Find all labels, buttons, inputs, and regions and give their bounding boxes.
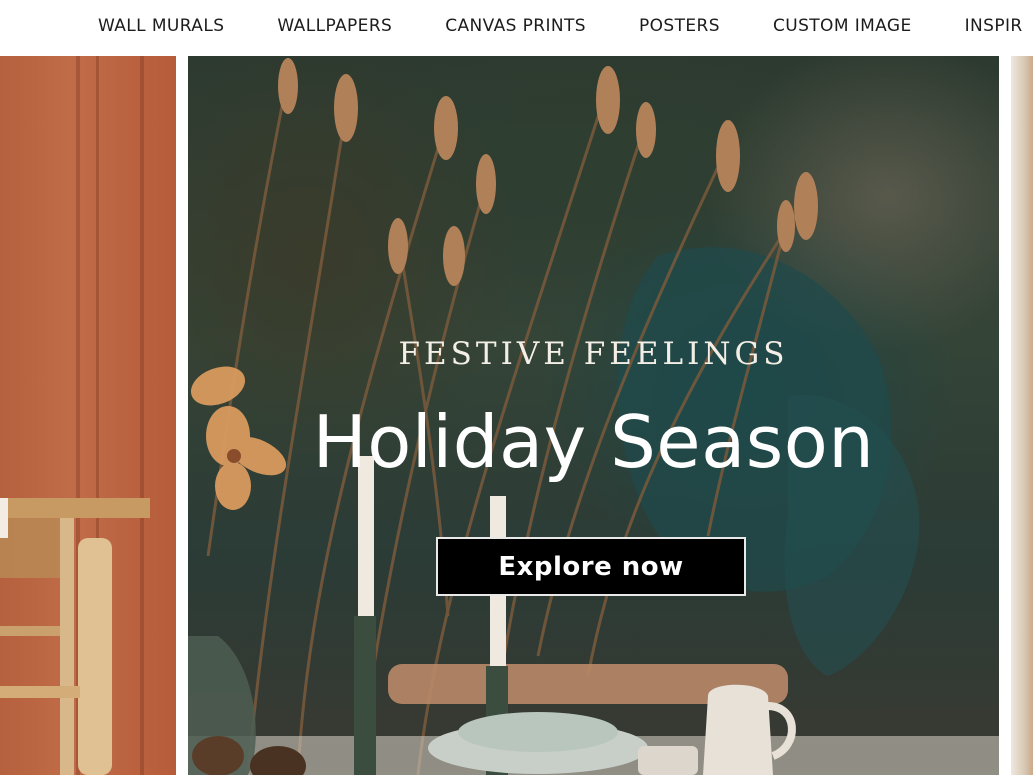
hero-headline: Holiday Season [312, 400, 875, 484]
hero-content: FESTIVE FEELINGS Holiday Season Explore … [188, 56, 999, 775]
next-slide[interactable] [1011, 56, 1033, 775]
nav-item-canvas-prints[interactable]: CANVAS PRINTS [445, 16, 586, 36]
hero-carousel: FESTIVE FEELINGS Holiday Season Explore … [0, 56, 1033, 775]
previous-slide[interactable] [0, 56, 176, 775]
nav-item-wallpapers[interactable]: WALLPAPERS [277, 16, 392, 36]
nav-list: WALL MURALS WALLPAPERS CANVAS PRINTS POS… [98, 16, 1033, 36]
page: WALL MURALS WALLPAPERS CANVAS PRINTS POS… [0, 0, 1033, 775]
wooden-chair-image [0, 498, 150, 775]
explore-now-button[interactable]: Explore now [436, 537, 746, 596]
nav-item-inspiration[interactable]: INSPIR [965, 16, 1023, 36]
top-navigation: WALL MURALS WALLPAPERS CANVAS PRINTS POS… [0, 0, 1033, 56]
nav-item-posters[interactable]: POSTERS [639, 16, 720, 36]
nav-item-custom-image[interactable]: CUSTOM IMAGE [773, 16, 912, 36]
current-slide[interactable]: FESTIVE FEELINGS Holiday Season Explore … [188, 56, 999, 775]
nav-item-wall-murals[interactable]: WALL MURALS [98, 16, 224, 36]
hero-eyebrow: FESTIVE FEELINGS [398, 336, 789, 372]
